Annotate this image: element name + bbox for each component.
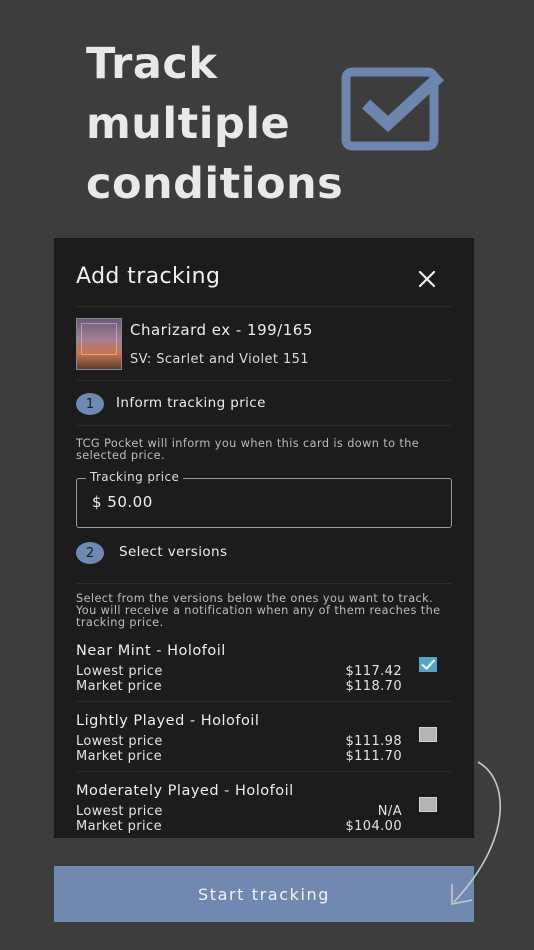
- version-checkbox[interactable]: [419, 797, 437, 812]
- step-label: Inform tracking price: [116, 395, 266, 411]
- version-checkbox-checked[interactable]: [419, 657, 437, 672]
- divider: [76, 771, 452, 772]
- market-price-value: $111.70: [345, 749, 402, 764]
- step-label: Select versions: [119, 544, 228, 560]
- divider: [76, 701, 452, 702]
- divider: [76, 380, 452, 381]
- divider: [76, 425, 452, 426]
- version-row[interactable]: Lightly Played - Holofoil Lowest price $…: [76, 713, 452, 773]
- start-tracking-button[interactable]: Start tracking: [54, 866, 474, 922]
- tracking-price-field[interactable]: Tracking price $ 50.00: [76, 470, 452, 528]
- card-thumbnail: [76, 318, 122, 370]
- market-price-label: Market price: [76, 749, 162, 764]
- version-checkbox[interactable]: [419, 727, 437, 742]
- step-number-badge: 2: [76, 542, 104, 564]
- curved-arrow-icon: [451, 761, 502, 905]
- dialog-header: Add tracking: [76, 262, 452, 302]
- inform-help-text: TCG Pocket will inform you when this car…: [76, 437, 420, 462]
- checkbox-check-icon: [341, 67, 445, 151]
- divider: [76, 306, 452, 307]
- card-summary: Charizard ex - 199/165 SV: Scarlet and V…: [76, 318, 452, 374]
- hero-title: Track multiple conditions: [86, 34, 343, 214]
- market-price-value: $104.00: [345, 819, 402, 834]
- versions-help-text: Select from the versions below the ones …: [76, 592, 441, 629]
- card-set: SV: Scarlet and Violet 151: [130, 352, 309, 367]
- lowest-price-label: Lowest price: [76, 664, 163, 679]
- version-row[interactable]: Moderately Played - Holofoil Lowest pric…: [76, 783, 452, 838]
- divider: [76, 583, 452, 584]
- hero-title-line: conditions: [86, 159, 344, 209]
- version-name: Near Mint - Holofoil: [76, 643, 226, 659]
- version-name: Moderately Played - Holofoil: [76, 783, 294, 799]
- market-price-label: Market price: [76, 679, 162, 694]
- lowest-price-value: $111.98: [345, 734, 402, 749]
- hero-title-line: multiple: [86, 99, 291, 149]
- step-number-badge: 1: [76, 393, 104, 415]
- close-icon[interactable]: [416, 268, 438, 290]
- lowest-price-label: Lowest price: [76, 804, 163, 819]
- card-name: Charizard ex - 199/165: [130, 321, 313, 339]
- lowest-price-value: N/A: [377, 804, 402, 819]
- version-row[interactable]: Near Mint - Holofoil Lowest price $117.4…: [76, 643, 452, 703]
- market-price-value: $118.70: [345, 679, 402, 694]
- hero-title-line: Track: [86, 39, 218, 89]
- version-name: Lightly Played - Holofoil: [76, 713, 260, 729]
- tracking-price-input[interactable]: $ 50.00: [92, 493, 153, 511]
- dialog-title: Add tracking: [76, 264, 221, 289]
- market-price-label: Market price: [76, 819, 162, 834]
- lowest-price-value: $117.42: [345, 664, 402, 679]
- add-tracking-dialog: Add tracking Charizard ex - 199/165 SV: …: [54, 238, 474, 838]
- lowest-price-label: Lowest price: [76, 734, 163, 749]
- tracking-price-label: Tracking price: [86, 470, 184, 484]
